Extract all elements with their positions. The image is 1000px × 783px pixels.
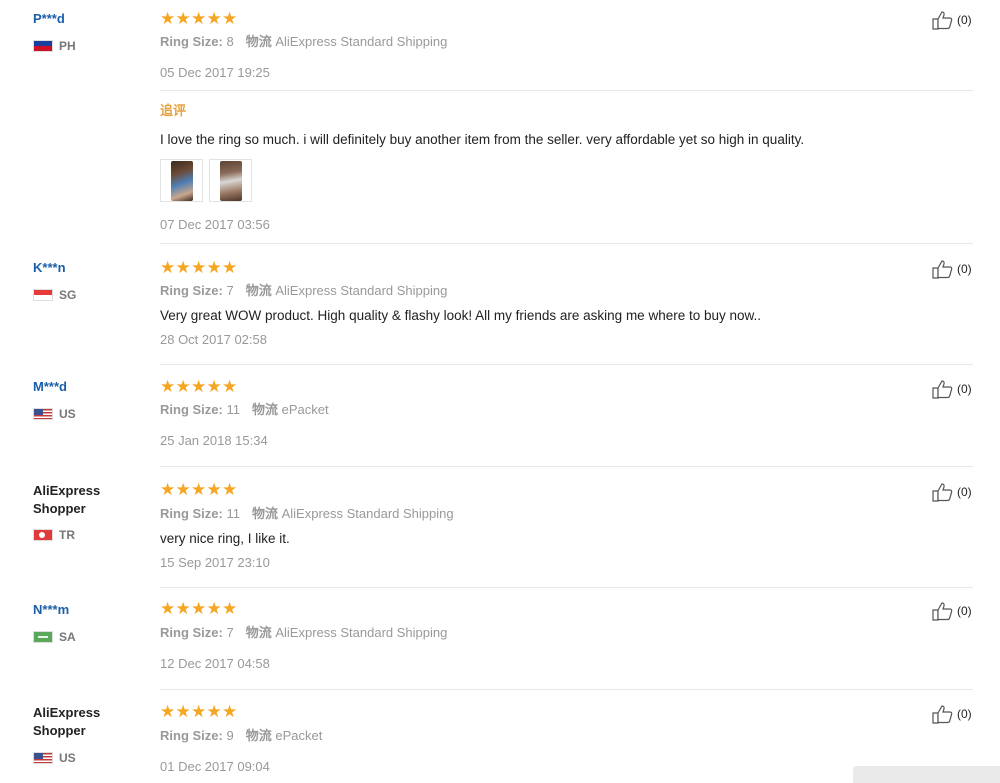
review-separator — [160, 466, 973, 467]
review-attributes: Ring Size: 9 物流 ePacket — [160, 728, 323, 743]
star-icon: ★ — [191, 258, 207, 277]
star-icon: ★ — [191, 480, 207, 499]
review-text: Very great WOW product. High quality & f… — [160, 308, 762, 323]
review-attributes: Ring Size: 7 物流 AliExpress Standard Shipp… — [160, 625, 448, 640]
star-icon: ★ — [206, 599, 222, 618]
star-icon: ★ — [222, 480, 238, 499]
review-attributes: Ring Size: 7 物流 AliExpress Standard Shipp… — [160, 283, 448, 298]
helpful-button[interactable]: (0) — [931, 482, 972, 502]
buyer-name[interactable]: M***d — [33, 379, 67, 395]
star-icon: ★ — [160, 702, 176, 721]
review-date: 15 Sep 2017 23:10 — [160, 555, 270, 570]
star-icon: ★ — [222, 377, 238, 396]
star-icon: ★ — [175, 599, 191, 618]
followup-date: 07 Dec 2017 03:56 — [160, 217, 270, 232]
buyer-country: US — [33, 407, 76, 421]
buyer-name[interactable]: K***n — [33, 260, 66, 276]
followup-text: I love the ring so much. i will definite… — [160, 132, 805, 147]
review-separator — [160, 689, 973, 690]
helpful-button[interactable]: (0) — [931, 704, 972, 724]
star-icon: ★ — [160, 480, 176, 499]
helpful-button[interactable]: (0) — [931, 601, 972, 621]
rating-stars: ★ ★ ★ ★ ★ — [160, 9, 238, 28]
star-icon: ★ — [206, 377, 222, 396]
buyer-country: SA — [33, 630, 76, 644]
star-icon: ★ — [160, 377, 176, 396]
thumbs-up-icon — [932, 602, 953, 621]
star-icon: ★ — [160, 258, 176, 277]
star-icon: ★ — [191, 599, 207, 618]
review-separator — [160, 587, 973, 588]
thumbs-up-icon — [932, 380, 953, 399]
thumbs-up-icon — [932, 260, 953, 279]
rating-stars: ★ ★ ★ ★ ★ — [160, 377, 238, 396]
review-separator — [160, 364, 973, 365]
star-icon: ★ — [191, 702, 207, 721]
flag-ph-icon — [33, 40, 53, 52]
review-photo[interactable] — [160, 159, 203, 202]
rating-stars: ★ ★ ★ ★ ★ — [160, 480, 238, 499]
buyer-country: US — [33, 751, 76, 765]
review-date: 05 Dec 2017 19:25 — [160, 65, 270, 80]
star-icon: ★ — [175, 258, 191, 277]
star-icon: ★ — [222, 702, 238, 721]
star-icon: ★ — [206, 702, 222, 721]
buyer-country: SG — [33, 288, 76, 302]
floating-widget[interactable] — [853, 766, 1000, 783]
flag-us-icon — [33, 408, 53, 420]
thumbs-up-icon — [932, 483, 953, 502]
flag-us-icon — [33, 752, 53, 764]
followup-label: 追评 — [160, 103, 187, 118]
star-icon: ★ — [206, 9, 222, 28]
star-icon: ★ — [175, 9, 191, 28]
helpful-button[interactable]: (0) — [931, 10, 972, 30]
review-separator — [160, 243, 973, 244]
review-date: 12 Dec 2017 04:58 — [160, 656, 270, 671]
star-icon: ★ — [206, 258, 222, 277]
review-date: 01 Dec 2017 09:04 — [160, 759, 270, 774]
thumbs-up-icon — [932, 705, 953, 724]
star-icon: ★ — [222, 258, 238, 277]
buyer-name: AliExpress Shopper — [33, 483, 101, 516]
buyer-name[interactable]: P***d — [33, 11, 65, 27]
flag-sg-icon — [33, 289, 53, 301]
star-icon: ★ — [160, 599, 176, 618]
star-icon: ★ — [222, 9, 238, 28]
buyer-country: TR — [33, 528, 75, 542]
helpful-button[interactable]: (0) — [931, 259, 972, 279]
flag-tr-icon — [33, 529, 53, 541]
star-icon: ★ — [175, 480, 191, 499]
thumbs-up-icon — [932, 11, 953, 30]
star-icon: ★ — [222, 599, 238, 618]
buyer-country: PH — [33, 39, 76, 53]
star-icon: ★ — [191, 377, 207, 396]
star-icon: ★ — [175, 377, 191, 396]
review-attributes: Ring Size: 8 物流 AliExpress Standard Shipp… — [160, 34, 448, 49]
flag-sa-icon — [33, 631, 53, 643]
review-photo[interactable] — [209, 159, 252, 202]
star-icon: ★ — [206, 480, 222, 499]
rating-stars: ★ ★ ★ ★ ★ — [160, 599, 238, 618]
rating-stars: ★ ★ ★ ★ ★ — [160, 702, 238, 721]
rating-stars: ★ ★ ★ ★ ★ — [160, 258, 238, 277]
review-attributes: Ring Size: 11 物流 AliExpress Standard Ship… — [160, 506, 454, 521]
buyer-name[interactable]: N***m — [33, 602, 69, 618]
star-icon: ★ — [160, 9, 176, 28]
review-attributes: Ring Size: 11 物流 ePacket — [160, 402, 329, 417]
helpful-button[interactable]: (0) — [931, 379, 972, 399]
ring-photo-image — [171, 161, 193, 201]
star-icon: ★ — [175, 702, 191, 721]
star-icon: ★ — [191, 9, 207, 28]
review-text: very nice ring, I like it. — [160, 531, 290, 546]
review-date: 25 Jan 2018 15:34 — [160, 433, 268, 448]
review-date: 28 Oct 2017 02:58 — [160, 332, 267, 347]
buyer-name: AliExpress Shopper — [33, 705, 101, 738]
ring-photo-image — [220, 161, 242, 201]
divider — [160, 90, 973, 91]
